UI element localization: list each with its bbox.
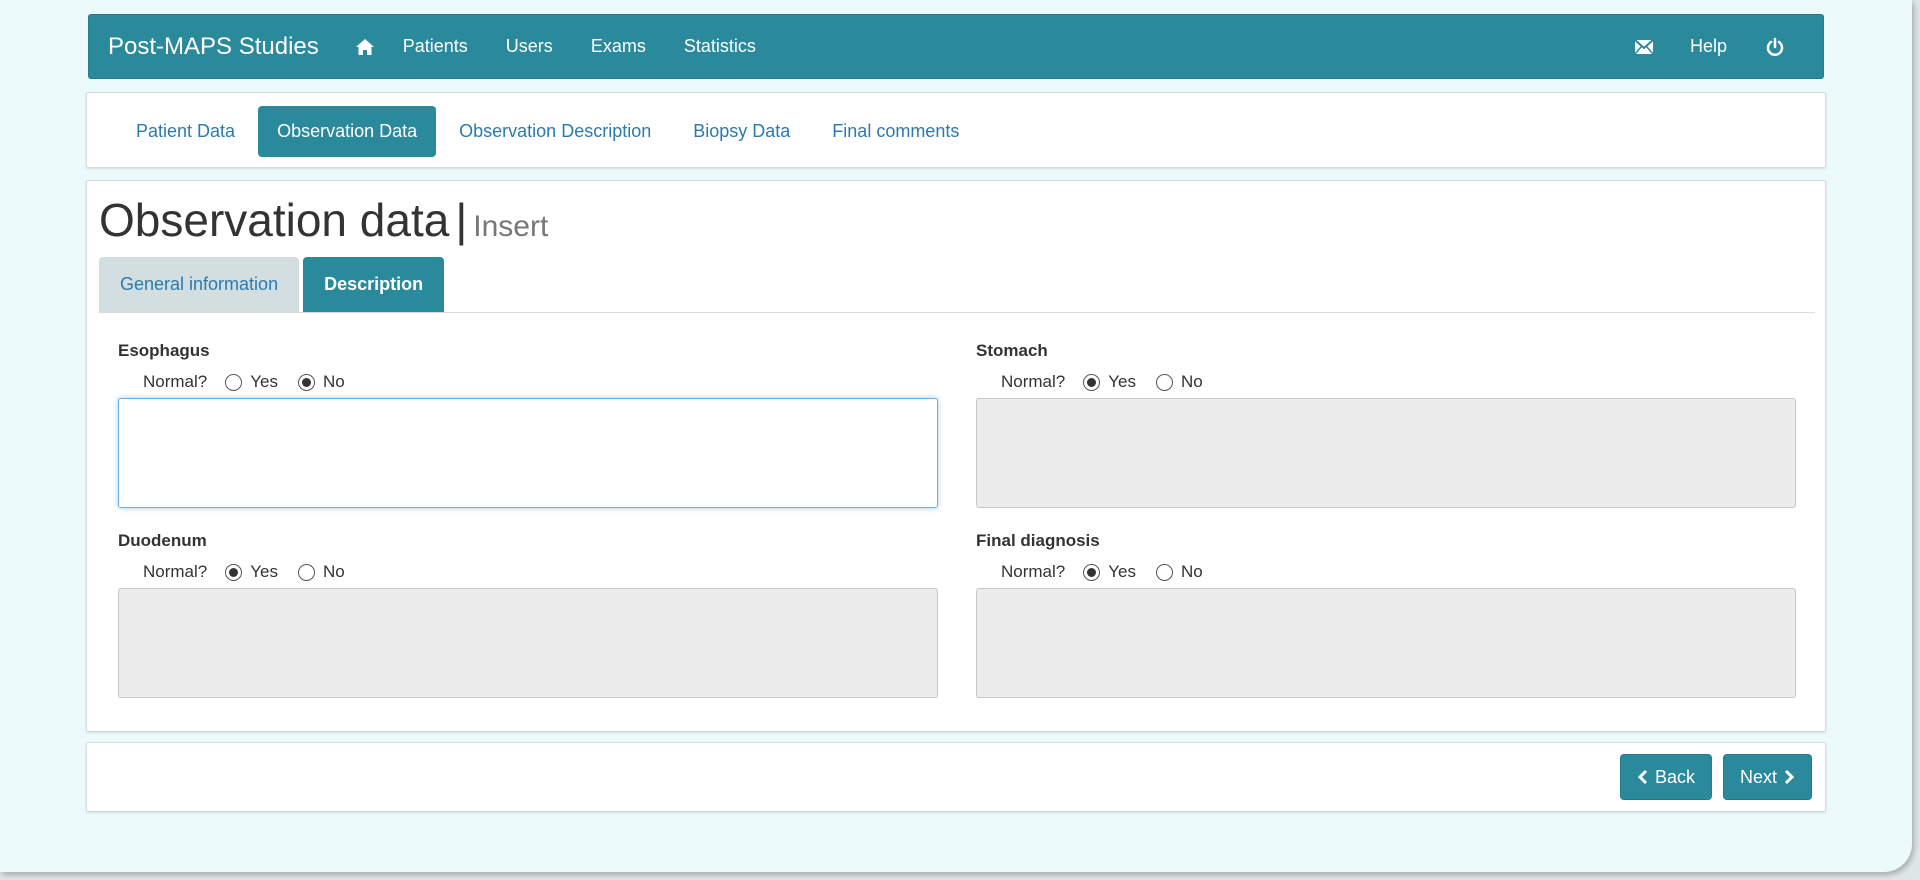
form-tabs: General information Description: [99, 257, 448, 312]
esophagus-normal-row: Normal? Yes No: [143, 372, 938, 392]
stomach-yes-radio[interactable]: [1083, 373, 1101, 391]
stomach-label: Stomach: [976, 341, 1048, 360]
wizard-steps-panel: Patient Data Observation Data Observatio…: [86, 92, 1826, 168]
final-diagnosis-normal-row: Normal? Yes No: [1001, 562, 1796, 582]
duodenum-yes-radio[interactable]: [225, 563, 243, 581]
esophagus-normal-question: Normal?: [143, 372, 208, 391]
back-button-label: Back: [1655, 767, 1696, 787]
stomach-normal-row: Normal? Yes No: [1001, 372, 1796, 392]
stomach-normal-question: Normal?: [1001, 372, 1066, 391]
home-icon[interactable]: [355, 36, 377, 58]
page-title: Observation data | Insert: [99, 193, 548, 247]
nav-link-exams[interactable]: Exams: [591, 36, 646, 57]
help-link[interactable]: Help: [1690, 36, 1727, 57]
nav-link-statistics[interactable]: Statistics: [684, 36, 756, 57]
duodenum-label: Duodenum: [118, 531, 207, 550]
wizard-steps: Patient Data Observation Data Observatio…: [117, 106, 982, 157]
esophagus-no-label[interactable]: No: [323, 372, 345, 392]
duodenum-normal-question: Normal?: [143, 562, 208, 581]
mail-icon[interactable]: [1634, 36, 1656, 58]
esophagus-field: Esophagus Normal? Yes No: [118, 341, 938, 508]
stomach-field: Stomach Normal? Yes No: [976, 341, 1796, 508]
duodenum-no-label[interactable]: No: [323, 562, 345, 582]
tabs-divider: [99, 312, 1815, 313]
top-navbar: Post-MAPS Studies Patients Users Exams S…: [88, 14, 1824, 79]
final-diagnosis-textarea[interactable]: [976, 588, 1796, 698]
nav-link-patients[interactable]: Patients: [403, 36, 468, 57]
step-observation-data[interactable]: Observation Data: [258, 106, 437, 157]
power-icon[interactable]: [1765, 36, 1787, 58]
final-diagnosis-yes-label[interactable]: Yes: [1108, 562, 1136, 582]
page-subtitle: Insert: [473, 210, 549, 243]
final-diagnosis-no-radio[interactable]: [1155, 563, 1173, 581]
next-button[interactable]: Next: [1723, 754, 1813, 800]
esophagus-yes-radio[interactable]: [225, 373, 243, 391]
step-patient-data[interactable]: Patient Data: [117, 106, 254, 157]
form-footer-panel: Back Next: [86, 742, 1826, 812]
step-final-comments[interactable]: Final comments: [813, 106, 978, 157]
next-button-label: Next: [1740, 767, 1778, 787]
app-canvas: Post-MAPS Studies Patients Users Exams S…: [0, 0, 1912, 872]
tab-description[interactable]: Description: [303, 257, 445, 312]
page-title-text: Observation data: [99, 194, 450, 246]
esophagus-no-radio[interactable]: [297, 373, 315, 391]
chevron-left-icon: [1637, 769, 1649, 785]
title-separator: |: [455, 194, 468, 246]
back-button[interactable]: Back: [1620, 754, 1713, 800]
final-diagnosis-label: Final diagnosis: [976, 531, 1100, 550]
stomach-no-label[interactable]: No: [1181, 372, 1203, 392]
esophagus-label: Esophagus: [118, 341, 210, 360]
step-biopsy-data[interactable]: Biopsy Data: [674, 106, 809, 157]
chevron-right-icon: [1783, 769, 1795, 785]
tab-general-information[interactable]: General information: [99, 257, 300, 312]
final-diagnosis-field: Final diagnosis Normal? Yes No: [976, 531, 1796, 698]
stomach-no-radio[interactable]: [1155, 373, 1173, 391]
observation-form-panel: Observation data | Insert General informat…: [86, 180, 1826, 732]
step-observation-description[interactable]: Observation Description: [440, 106, 670, 157]
esophagus-yes-label[interactable]: Yes: [250, 372, 278, 392]
final-diagnosis-yes-radio[interactable]: [1083, 563, 1101, 581]
duodenum-no-radio[interactable]: [297, 563, 315, 581]
navbar-right: Help: [1634, 36, 1823, 58]
esophagus-textarea[interactable]: [118, 398, 938, 508]
brand-title[interactable]: Post-MAPS Studies: [108, 33, 319, 61]
duodenum-textarea[interactable]: [118, 588, 938, 698]
duodenum-yes-label[interactable]: Yes: [250, 562, 278, 582]
duodenum-normal-row: Normal? Yes No: [143, 562, 938, 582]
duodenum-field: Duodenum Normal? Yes No: [118, 531, 938, 698]
stomach-textarea[interactable]: [976, 398, 1796, 508]
stomach-yes-label[interactable]: Yes: [1108, 372, 1136, 392]
final-diagnosis-no-label[interactable]: No: [1181, 562, 1203, 582]
nav-link-users[interactable]: Users: [506, 36, 553, 57]
final-diagnosis-normal-question: Normal?: [1001, 562, 1066, 581]
